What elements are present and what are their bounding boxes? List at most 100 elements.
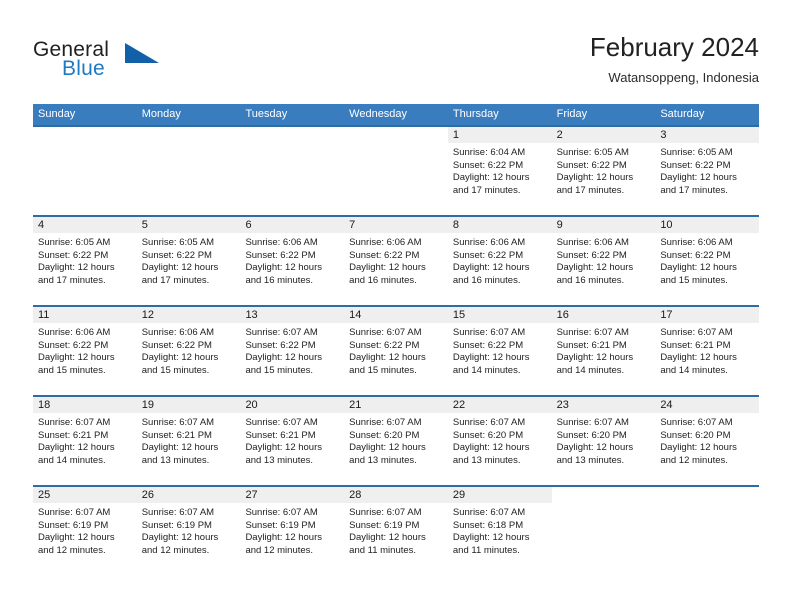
day-cell[interactable]: 4 Sunrise: 6:05 AM Sunset: 6:22 PM Daylight… bbox=[33, 217, 137, 305]
day-cell[interactable]: 24 Sunrise: 6:07 AM Sunset: 6:20 PM Dayligh… bbox=[655, 397, 760, 485]
day-cell[interactable]: 16 Sunrise: 6:07 AM Sunset: 6:21 PM Dayligh… bbox=[551, 307, 656, 395]
day-number-band: 4 bbox=[33, 217, 137, 233]
sunrise-text: Sunrise: 6:07 AM bbox=[245, 507, 318, 518]
daylight-text-cont: and 17 minutes. bbox=[660, 184, 728, 196]
day-number: 26 bbox=[141, 489, 154, 501]
day-number-band: 10 bbox=[655, 217, 760, 233]
day-number: 19 bbox=[141, 399, 154, 411]
sunset-text: Sunset: 6:20 PM bbox=[452, 429, 524, 441]
day-cell[interactable]: 18 Sunrise: 6:07 AM Sunset: 6:21 PM Dayligh… bbox=[33, 397, 137, 485]
page-header: General Blue February 2024 Watansoppeng,… bbox=[0, 0, 792, 104]
day-number-band: 3 bbox=[655, 127, 760, 143]
day-number-band: 9 bbox=[551, 217, 656, 233]
day-cell[interactable]: 5 Sunrise: 6:05 AM Sunset: 6:22 PM Daylight… bbox=[136, 217, 241, 305]
sunset-text: Sunset: 6:21 PM bbox=[141, 429, 212, 441]
daylight-text: Daylight: 12 hours bbox=[349, 532, 426, 544]
day-cell[interactable]: 11 Sunrise: 6:06 AM Sunset: 6:22 PM Dayligh… bbox=[33, 307, 137, 395]
day-details: Sunrise: 6:07 AM Sunset: 6:21 PM Daylight:… bbox=[240, 413, 344, 467]
day-cell[interactable]: 17 Sunrise: 6:07 AM Sunset: 6:21 PM Dayligh… bbox=[655, 307, 760, 395]
sunset-text: Sunset: 6:19 PM bbox=[141, 519, 212, 531]
weekday-header-friday: Friday bbox=[556, 108, 588, 120]
day-details: Sunrise: 6:06 AM Sunset: 6:22 PM Daylight:… bbox=[240, 233, 344, 287]
sunrise-text: Sunrise: 6:05 AM bbox=[556, 147, 629, 158]
day-cell[interactable]: 6 Sunrise: 6:06 AM Sunset: 6:22 PM Daylight… bbox=[240, 217, 345, 305]
day-cell[interactable]: 21 Sunrise: 6:07 AM Sunset: 6:20 PM Dayligh… bbox=[344, 397, 448, 485]
weekday-header-saturday: Saturday bbox=[660, 108, 705, 120]
day-cell[interactable]: 2 Sunrise: 6:05 AM Sunset: 6:22 PM Daylight… bbox=[551, 127, 656, 215]
weekday-header-sunday: Sunday bbox=[38, 108, 76, 120]
day-number: 7 bbox=[349, 219, 356, 231]
sunrise-text: Sunrise: 6:05 AM bbox=[141, 237, 215, 248]
day-cell[interactable]: 20 Sunrise: 6:07 AM Sunset: 6:21 PM Dayligh… bbox=[240, 397, 345, 485]
sunrise-text: Sunrise: 6:06 AM bbox=[245, 237, 318, 248]
sunset-text: Sunset: 6:19 PM bbox=[38, 519, 109, 531]
daylight-text-cont: and 12 minutes. bbox=[660, 454, 728, 466]
sunset-text: Sunset: 6:20 PM bbox=[556, 429, 627, 441]
day-cell[interactable]: 28 Sunrise: 6:07 AM Sunset: 6:19 PM Dayligh… bbox=[344, 487, 448, 575]
day-number-band bbox=[240, 127, 344, 143]
day-details: Sunrise: 6:07 AM Sunset: 6:20 PM Daylight:… bbox=[552, 413, 656, 467]
day-number-band: 19 bbox=[136, 397, 241, 413]
daylight-text-cont: and 14 minutes. bbox=[556, 364, 625, 376]
daylight-text-cont: and 17 minutes. bbox=[141, 274, 210, 286]
day-number: 2 bbox=[556, 129, 563, 141]
day-cell[interactable]: 9 Sunrise: 6:06 AM Sunset: 6:22 PM Daylight… bbox=[551, 217, 656, 305]
day-number: 11 bbox=[38, 309, 50, 321]
day-cell[interactable]: 29 Sunrise: 6:07 AM Sunset: 6:18 PM Dayligh… bbox=[447, 487, 552, 575]
calendar-week-row: 25 Sunrise: 6:07 AM Sunset: 6:19 PM Dayligh… bbox=[33, 485, 759, 575]
day-cell[interactable]: 27 Sunrise: 6:07 AM Sunset: 6:19 PM Dayligh… bbox=[240, 487, 345, 575]
weekday-header-thursday: Thursday bbox=[452, 108, 499, 120]
day-cell[interactable]: 13 Sunrise: 6:07 AM Sunset: 6:22 PM Dayligh… bbox=[240, 307, 345, 395]
weekday-header-row: Sunday Monday Tuesday Wednesday Thursday Frid… bbox=[33, 104, 759, 125]
day-number: 13 bbox=[245, 309, 258, 321]
day-number-band: 7 bbox=[344, 217, 448, 233]
day-cell[interactable]: 14 Sunrise: 6:07 AM Sunset: 6:22 PM Dayligh… bbox=[344, 307, 448, 395]
sunset-text: Sunset: 6:21 PM bbox=[660, 339, 731, 351]
day-cell[interactable]: 1 Sunrise: 6:04 AM Sunset: 6:22 PM Daylight… bbox=[447, 127, 552, 215]
daylight-text: Daylight: 12 hours bbox=[245, 352, 323, 364]
logo-text-blue: Blue bbox=[62, 57, 105, 80]
daylight-text-cont: and 13 minutes. bbox=[245, 454, 314, 466]
day-cell[interactable]: 7 Sunrise: 6:06 AM Sunset: 6:22 PM Daylight… bbox=[344, 217, 448, 305]
day-number: 6 bbox=[245, 219, 252, 231]
day-details: Sunrise: 6:07 AM Sunset: 6:22 PM Daylight:… bbox=[240, 323, 344, 377]
sunset-text: Sunset: 6:22 PM bbox=[245, 339, 316, 351]
day-cell[interactable]: 25 Sunrise: 6:07 AM Sunset: 6:19 PM Dayligh… bbox=[33, 487, 137, 575]
day-cell[interactable]: 12 Sunrise: 6:06 AM Sunset: 6:22 PM Dayligh… bbox=[136, 307, 241, 395]
day-details: Sunrise: 6:05 AM Sunset: 6:22 PM Daylight:… bbox=[33, 233, 137, 287]
day-number: 28 bbox=[349, 489, 362, 501]
day-cell[interactable]: 22 Sunrise: 6:07 AM Sunset: 6:20 PM Dayligh… bbox=[447, 397, 552, 485]
day-cell[interactable]: 3 Sunrise: 6:05 AM Sunset: 6:22 PM Daylight… bbox=[655, 127, 760, 215]
sunrise-text: Sunrise: 6:06 AM bbox=[452, 237, 526, 248]
sunset-text: Sunset: 6:22 PM bbox=[349, 249, 420, 261]
day-cell[interactable]: 10 Sunrise: 6:06 AM Sunset: 6:22 PM Dayligh… bbox=[655, 217, 760, 305]
day-cell[interactable]: 8 Sunrise: 6:06 AM Sunset: 6:22 PM Daylight… bbox=[447, 217, 552, 305]
day-number: 1 bbox=[452, 129, 459, 141]
day-number-band bbox=[344, 127, 448, 143]
day-cell[interactable]: 23 Sunrise: 6:07 AM Sunset: 6:20 PM Dayligh… bbox=[551, 397, 656, 485]
day-details: Sunrise: 6:07 AM Sunset: 6:20 PM Daylight:… bbox=[344, 413, 448, 467]
daylight-text-cont: and 16 minutes. bbox=[556, 274, 625, 286]
day-cell[interactable]: 19 Sunrise: 6:07 AM Sunset: 6:21 PM Dayligh… bbox=[136, 397, 241, 485]
sunrise-text: Sunrise: 6:07 AM bbox=[349, 507, 422, 518]
daylight-text: Daylight: 12 hours bbox=[556, 442, 634, 454]
day-details: Sunrise: 6:05 AM Sunset: 6:22 PM Daylight:… bbox=[137, 233, 241, 287]
title-block: February 2024 Watansoppeng, Indonesia bbox=[590, 32, 759, 86]
day-number: 12 bbox=[141, 309, 154, 321]
sunrise-text: Sunrise: 6:06 AM bbox=[660, 237, 733, 248]
day-number-band bbox=[655, 487, 759, 503]
daylight-text: Daylight: 12 hours bbox=[556, 352, 634, 364]
day-number: 10 bbox=[660, 219, 673, 231]
daylight-text-cont: and 16 minutes. bbox=[452, 274, 521, 286]
sunrise-text: Sunrise: 6:06 AM bbox=[556, 237, 629, 248]
day-cell[interactable]: 26 Sunrise: 6:07 AM Sunset: 6:19 PM Dayligh… bbox=[136, 487, 241, 575]
daylight-text: Daylight: 12 hours bbox=[38, 352, 115, 364]
day-number-band: 5 bbox=[136, 217, 241, 233]
day-cell[interactable]: 15 Sunrise: 6:07 AM Sunset: 6:22 PM Dayligh… bbox=[447, 307, 552, 395]
day-details bbox=[552, 503, 656, 507]
sunset-text: Sunset: 6:22 PM bbox=[349, 339, 420, 351]
sunrise-text: Sunrise: 6:07 AM bbox=[452, 417, 526, 428]
day-number-band: 27 bbox=[240, 487, 345, 503]
daylight-text-cont: and 11 minutes. bbox=[349, 544, 417, 556]
general-blue-logo[interactable]: General Blue bbox=[33, 38, 233, 88]
